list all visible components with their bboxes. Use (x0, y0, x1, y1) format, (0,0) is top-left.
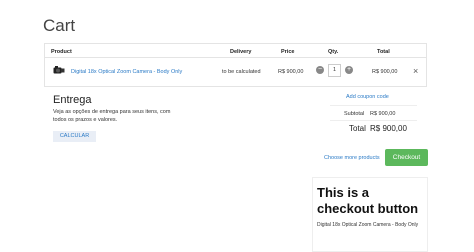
close-icon[interactable]: × (413, 67, 418, 76)
calculate-shipping-button[interactable]: CALCULAR (53, 131, 96, 142)
delivery-value: to be calculated (222, 69, 261, 75)
minus-circle-icon[interactable]: − (316, 66, 324, 74)
header-qty: Qty. (328, 49, 339, 55)
checkout-button[interactable]: Checkout (385, 149, 428, 166)
page-title: Cart (43, 16, 76, 35)
promo-box: This is a checkout button Digital 18x Op… (312, 177, 428, 252)
product-link[interactable]: Digital 18x Optical Zoom Camera - Body O… (71, 69, 182, 75)
line-total-value: R$ 900,00 (372, 69, 398, 75)
header-product: Product (51, 49, 72, 55)
table-row: Digital 18x Optical Zoom Camera - Body O… (45, 58, 426, 87)
camera-icon[interactable] (53, 65, 65, 75)
total-label: Total (349, 124, 366, 133)
plus-circle-icon[interactable]: + (345, 66, 353, 74)
total-value: R$ 900,00 (370, 124, 407, 133)
cart-table: Product Delivery Price Qty. Total Digita… (44, 43, 427, 87)
subtotal-label: Subtotal (344, 111, 365, 117)
promo-caption: Digital 18x Optical Zoom Camera - Body O… (317, 222, 419, 228)
promo-headline: This is a checkout button (317, 185, 419, 216)
header-total: Total (377, 49, 390, 55)
choose-more-products-link[interactable]: Choose more products (324, 155, 380, 161)
shipping-title: Entrega (53, 94, 92, 106)
divider (330, 120, 417, 121)
price-value: R$ 900,00 (278, 69, 304, 75)
shipping-description: Veja as opções de entrega para seus iten… (53, 109, 171, 123)
header-price: Price (281, 49, 295, 55)
quantity-input[interactable]: 1 (328, 64, 341, 77)
add-coupon-link[interactable]: Add coupon code (346, 94, 389, 100)
header-delivery: Delivery (230, 49, 252, 55)
table-header: Product Delivery Price Qty. Total (45, 44, 426, 58)
subtotal-value: R$ 900,00 (370, 111, 396, 117)
divider (330, 105, 417, 106)
